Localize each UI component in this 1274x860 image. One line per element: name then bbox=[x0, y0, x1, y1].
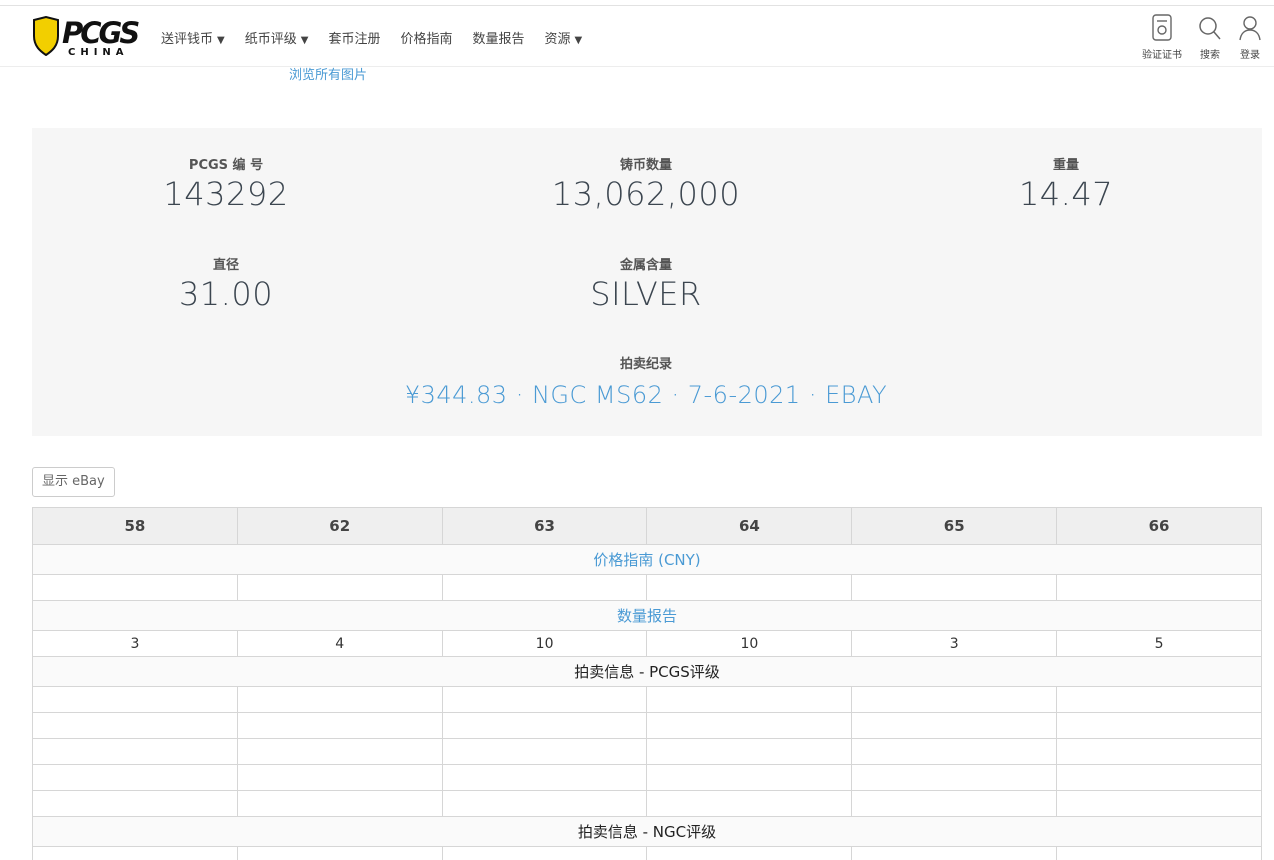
verify-cert-button[interactable]: 验证证书 bbox=[1142, 14, 1182, 61]
spec-metal-content: 金属含量 SILVER bbox=[590, 258, 702, 313]
ngc-auction-heading: 拍卖信息 - NGC评级 bbox=[32, 816, 1262, 847]
grade-header-cell: 66 bbox=[1056, 507, 1262, 545]
browse-all-images-link[interactable]: 浏览所有图片 bbox=[289, 64, 367, 83]
caret-down-icon: ▼ bbox=[217, 35, 225, 46]
nav-banknote-grading[interactable]: 纸币评级 ▼ bbox=[245, 28, 309, 47]
logo-brand-text: PCGS bbox=[62, 16, 140, 50]
pcgs-auction-heading: 拍卖信息 - PCGS评级 bbox=[32, 656, 1262, 687]
caret-down-icon: ▼ bbox=[300, 35, 309, 46]
population-cell[interactable]: 10 bbox=[441, 630, 648, 657]
shield-logo-icon bbox=[33, 16, 59, 56]
grade-header-cell: 64 bbox=[646, 507, 853, 545]
grade-header-cell: 65 bbox=[851, 507, 1058, 545]
table-row bbox=[32, 764, 1262, 791]
login-button[interactable]: 登录 bbox=[1238, 14, 1262, 61]
nav-set-registry[interactable]: 套币注册 bbox=[328, 28, 380, 47]
site-header: PCGS CHINA 送评钱币 ▼ 纸币评级 ▼ 套币注册 价格指南 数量报告 资源… bbox=[0, 5, 1274, 67]
pcgs-auction-section-row: 拍卖信息 - PCGS评级 bbox=[32, 656, 1262, 687]
nav-population-report[interactable]: 数量报告 bbox=[472, 28, 524, 47]
grade-header-cell: 63 bbox=[441, 507, 648, 545]
table-row bbox=[32, 574, 1262, 601]
nav-submit-coins[interactable]: 送评钱币 ▼ bbox=[161, 28, 225, 47]
grade-header-row: 58 62 63 64 65 66 bbox=[32, 507, 1262, 545]
ngc-auction-section-row: 拍卖信息 - NGC评级 bbox=[32, 816, 1262, 847]
grade-header-cell: 58 bbox=[32, 507, 238, 545]
spec-weight: 重量 14.47 bbox=[1018, 158, 1114, 213]
search-icon bbox=[1199, 17, 1221, 40]
nav-resources[interactable]: 资源 ▼ bbox=[544, 28, 582, 47]
population-row: 3 4 10 10 3 5 bbox=[32, 630, 1262, 657]
certificate-icon bbox=[1152, 14, 1172, 41]
price-guide-section-row: 价格指南 (CNY) bbox=[32, 544, 1262, 575]
auction-record-link[interactable]: ¥344.83 · NGC MS62 · 7-6-2021 · EBAY bbox=[346, 381, 946, 409]
table-row bbox=[32, 846, 1262, 860]
grade-table: 58 62 63 64 65 66 价格指南 (CNY) 数量报告 3 4 10… bbox=[32, 507, 1262, 860]
table-row bbox=[32, 738, 1262, 765]
population-cell[interactable]: 3 bbox=[32, 630, 238, 657]
population-cell[interactable]: 5 bbox=[1056, 630, 1262, 657]
population-cell[interactable]: 3 bbox=[851, 630, 1058, 657]
population-report-link[interactable]: 数量报告 bbox=[32, 600, 1262, 631]
table-row bbox=[32, 686, 1262, 713]
table-row bbox=[32, 790, 1262, 817]
user-icon bbox=[1239, 16, 1261, 41]
coin-specs-panel: PCGS 编 号 143292 铸币数量 13,062,000 重量 14.47… bbox=[32, 128, 1262, 436]
grade-header-cell: 62 bbox=[236, 507, 443, 545]
price-guide-link[interactable]: 价格指南 (CNY) bbox=[32, 544, 1262, 575]
main-nav: 送评钱币 ▼ 纸币评级 ▼ 套币注册 价格指南 数量报告 资源 ▼ bbox=[161, 28, 582, 47]
header-tools: 验证证书 搜索 登录 bbox=[1142, 14, 1262, 61]
table-row bbox=[32, 712, 1262, 739]
show-ebay-button[interactable]: 显示 eBay bbox=[32, 467, 115, 497]
search-button[interactable]: 搜索 bbox=[1198, 14, 1222, 61]
spec-pcgs-number: PCGS 编 号 143292 bbox=[163, 158, 289, 213]
population-cell[interactable]: 10 bbox=[646, 630, 853, 657]
spec-diameter: 直径 31.00 bbox=[178, 258, 274, 313]
pcgs-china-logo[interactable]: PCGS CHINA bbox=[32, 16, 140, 60]
logo-sub-text: CHINA bbox=[68, 47, 129, 58]
nav-price-guide[interactable]: 价格指南 bbox=[400, 28, 452, 47]
caret-down-icon: ▼ bbox=[574, 35, 583, 46]
population-section-row: 数量报告 bbox=[32, 600, 1262, 631]
population-cell[interactable]: 4 bbox=[236, 630, 443, 657]
spec-auction-record: 拍卖纪录 ¥344.83 · NGC MS62 · 7-6-2021 · EBA… bbox=[346, 353, 946, 409]
spec-mintage: 铸币数量 13,062,000 bbox=[551, 158, 741, 213]
